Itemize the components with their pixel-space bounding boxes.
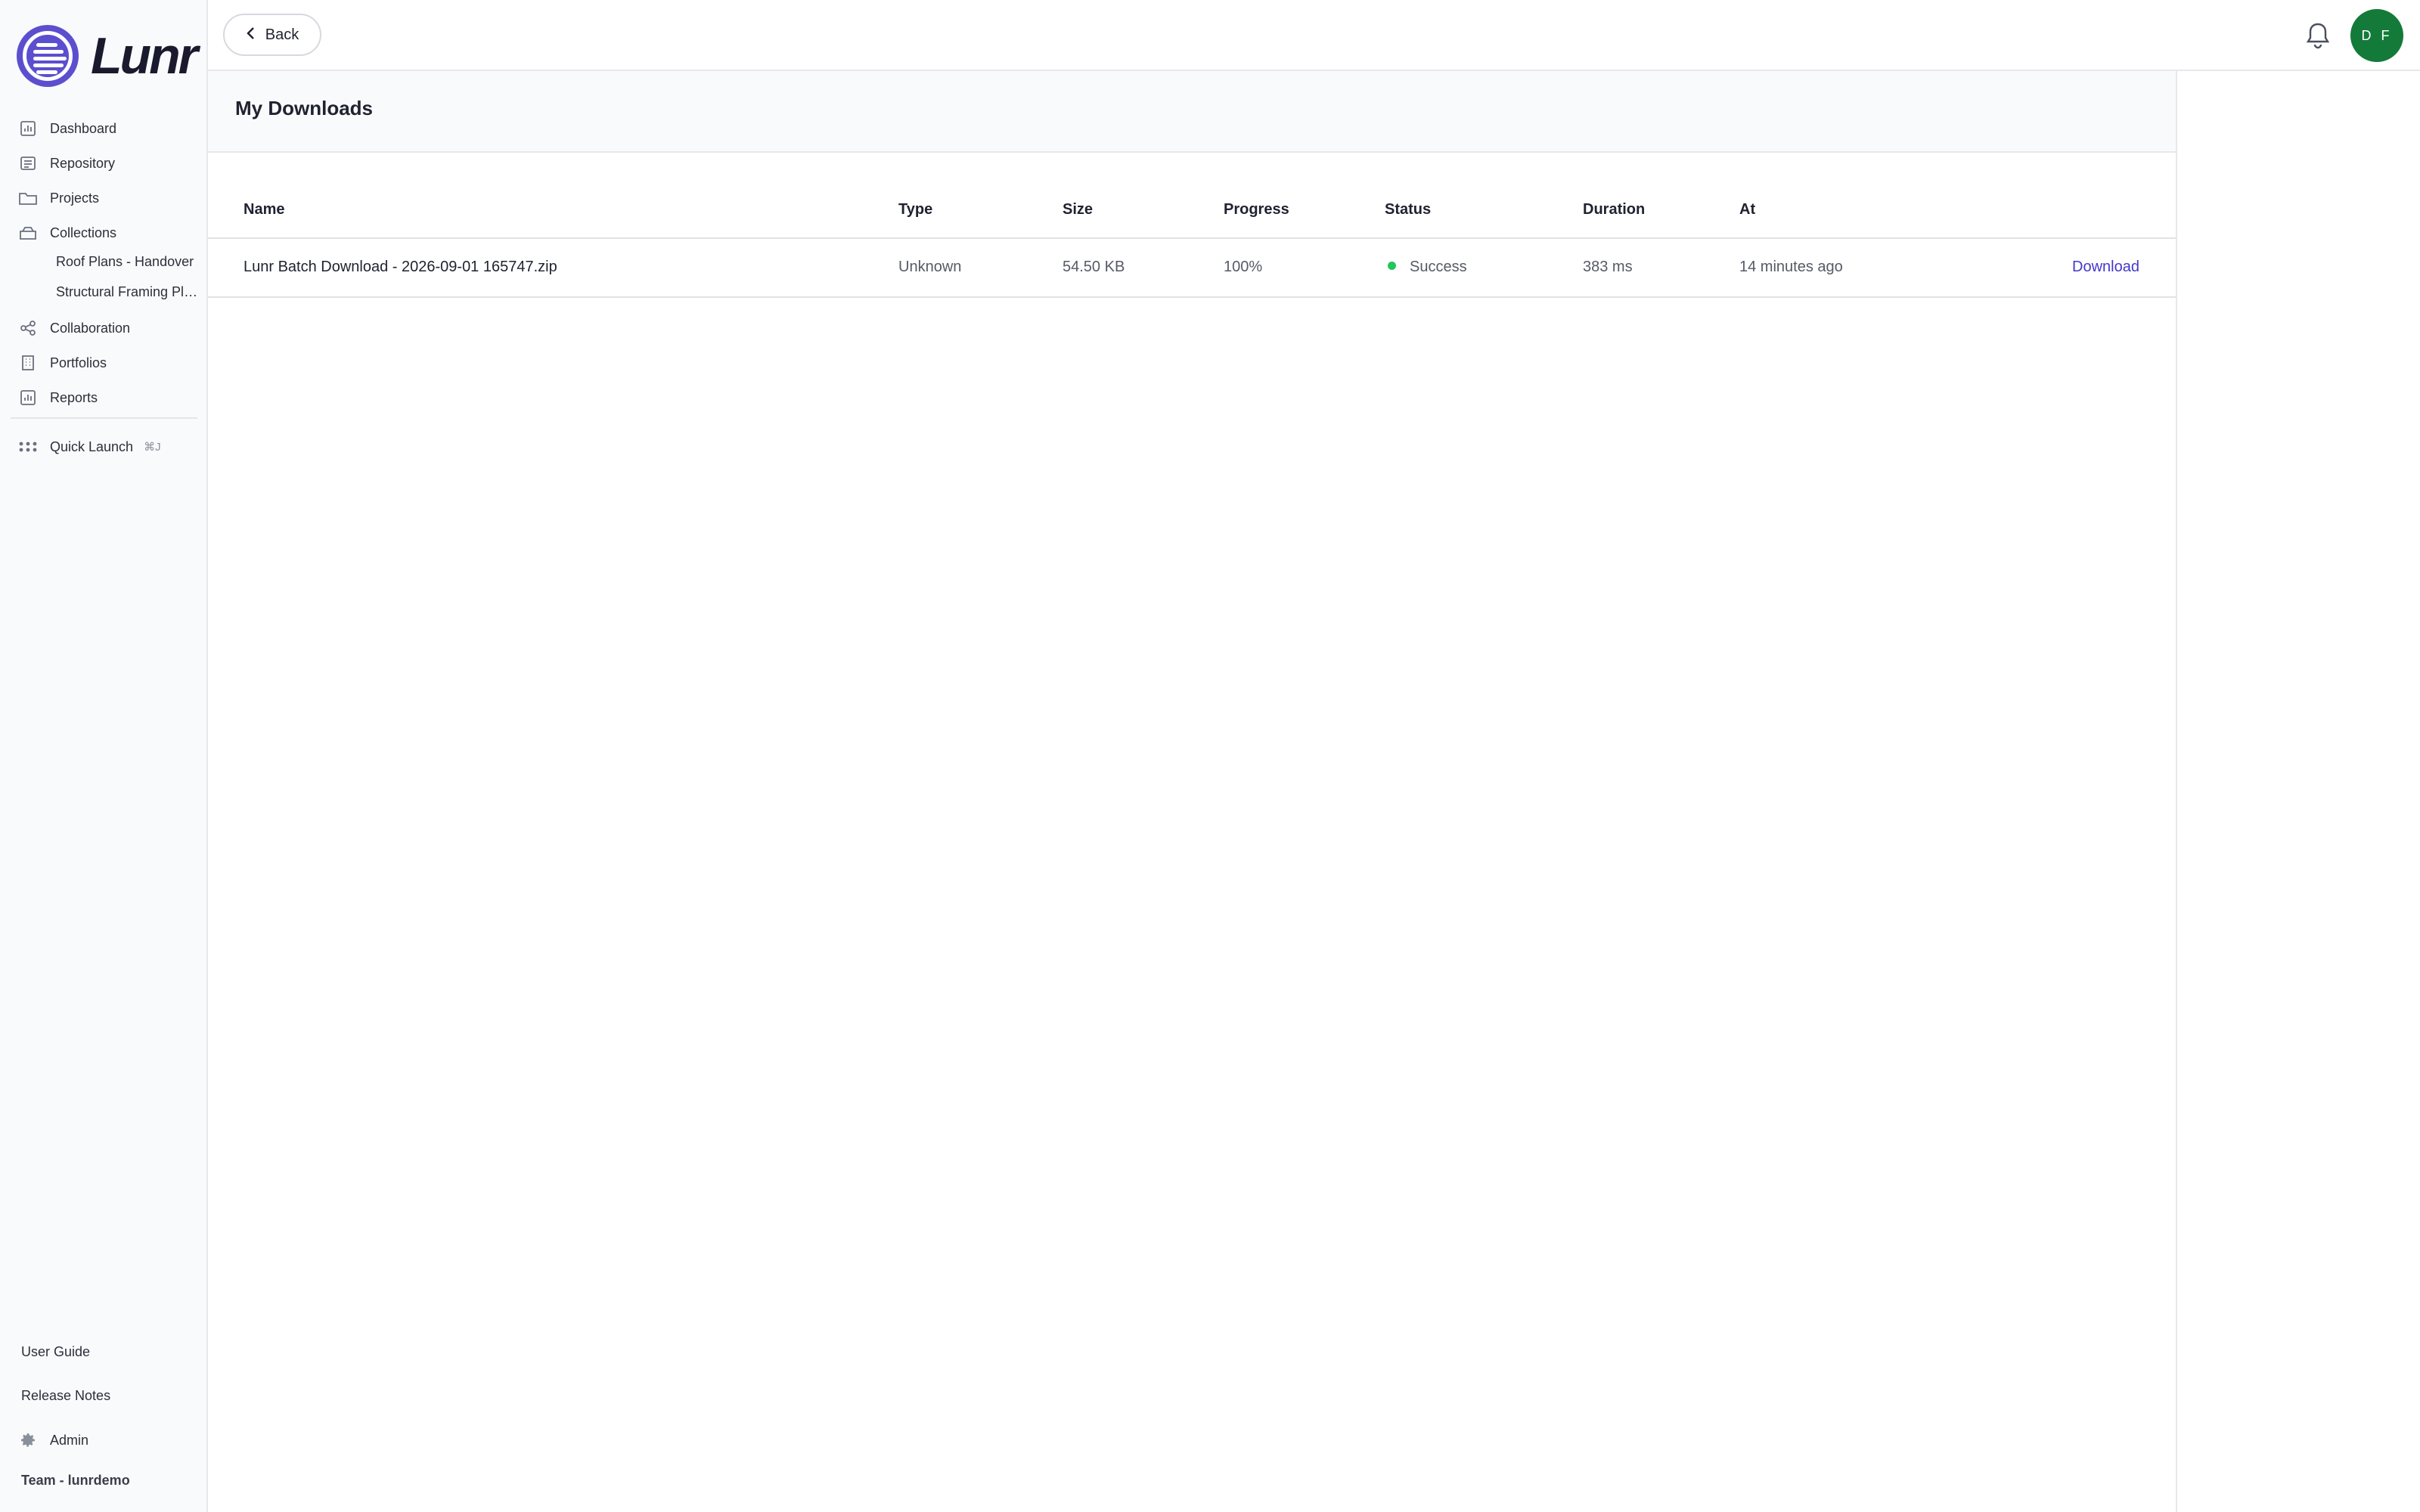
gear-icon	[18, 1430, 38, 1450]
share-icon	[18, 318, 38, 338]
column-header-at[interactable]: At	[1739, 201, 1755, 218]
chart-icon	[18, 119, 38, 138]
sidebar-item-label: Dashboard	[50, 120, 117, 136]
status-dot-icon	[1388, 262, 1396, 271]
building-icon	[18, 353, 38, 373]
sidebar-item-label: Reports	[50, 389, 98, 405]
cell-status: Success	[1388, 259, 1467, 276]
cell-size: 54.50 KB	[1063, 259, 1125, 275]
sidebar-item-projects[interactable]: Projects	[18, 183, 99, 213]
sidebar-item-quick-launch[interactable]: Quick Launch ⌘J	[18, 432, 161, 462]
sidebar-item-label: Repository	[50, 155, 116, 171]
sidebar-item-label: Quick Launch	[50, 438, 134, 454]
sidebar-item-repository[interactable]: Repository	[18, 148, 115, 178]
download-link[interactable]: Download	[2072, 259, 2139, 276]
collection-icon	[18, 223, 38, 243]
sidebar: Lunr Dashboard Repository Projects Colle…	[0, 0, 208, 1512]
page-header: My Downloads	[208, 71, 2176, 153]
cell-at: 14 minutes ago	[1739, 259, 1843, 275]
sidebar-item-collaboration[interactable]: Collaboration	[18, 313, 130, 343]
page-title: My Downloads	[235, 97, 374, 119]
avatar[interactable]: D F	[2350, 9, 2403, 62]
admin-link[interactable]: Admin	[18, 1430, 88, 1450]
chart-icon	[18, 388, 38, 407]
bell-icon[interactable]	[2303, 18, 2333, 51]
lunr-logo[interactable]: Lunr	[17, 24, 198, 88]
sidebar-item-collections[interactable]: Collections	[18, 218, 116, 248]
column-header-size[interactable]: Size	[1063, 201, 1093, 218]
back-button[interactable]: Back	[223, 14, 321, 56]
cell-progress: 100%	[1224, 259, 1263, 275]
lunr-logo-mark-icon	[17, 25, 79, 87]
column-header-name[interactable]: Name	[244, 201, 284, 218]
sidebar-collection-structural-framing[interactable]: Structural Framing Plans	[56, 284, 200, 300]
sidebar-item-label: Collections	[50, 225, 117, 240]
grid-dots-icon	[18, 437, 38, 457]
sidebar-item-label: Portfolios	[50, 355, 107, 370]
table-row[interactable]: Lunr Batch Download - 2026-09-01 165747.…	[208, 239, 2176, 298]
sidebar-collection-roof-plans[interactable]: Roof Plans - Handover	[56, 254, 200, 270]
release-notes-link[interactable]: Release Notes	[21, 1388, 110, 1404]
sidebar-item-portfolios[interactable]: Portfolios	[18, 348, 107, 378]
status-label: Success	[1410, 259, 1467, 275]
chevron-left-icon	[246, 26, 256, 45]
main-content: My Downloads Name Type Size Progress Sta…	[208, 71, 2177, 1512]
user-guide-link[interactable]: User Guide	[21, 1344, 90, 1360]
cell-name: Lunr Batch Download - 2026-09-01 165747.…	[244, 259, 557, 275]
admin-label: Admin	[50, 1432, 89, 1448]
folder-icon	[18, 188, 38, 208]
sidebar-divider	[11, 417, 197, 419]
column-header-progress[interactable]: Progress	[1224, 201, 1289, 218]
sidebar-item-reports[interactable]: Reports	[18, 383, 98, 413]
brand-name: Lunr	[91, 27, 198, 85]
sidebar-item-dashboard[interactable]: Dashboard	[18, 113, 116, 144]
sidebar-item-label: Collaboration	[50, 320, 131, 336]
downloads-table: Name Type Size Progress Status Duration …	[208, 186, 2176, 298]
sidebar-item-label: Projects	[50, 190, 100, 206]
cell-type: Unknown	[898, 259, 962, 275]
back-button-label: Back	[265, 26, 299, 43]
top-bar: Back D F	[208, 0, 2420, 71]
column-header-duration[interactable]: Duration	[1583, 201, 1645, 218]
repository-icon	[18, 153, 38, 173]
team-label[interactable]: Team - lunrdemo	[21, 1473, 130, 1489]
column-header-status[interactable]: Status	[1385, 201, 1431, 218]
table-header: Name Type Size Progress Status Duration …	[208, 186, 2176, 239]
quick-launch-shortcut: ⌘J	[144, 441, 161, 454]
cell-duration: 383 ms	[1583, 259, 1633, 275]
column-header-type[interactable]: Type	[898, 201, 932, 218]
